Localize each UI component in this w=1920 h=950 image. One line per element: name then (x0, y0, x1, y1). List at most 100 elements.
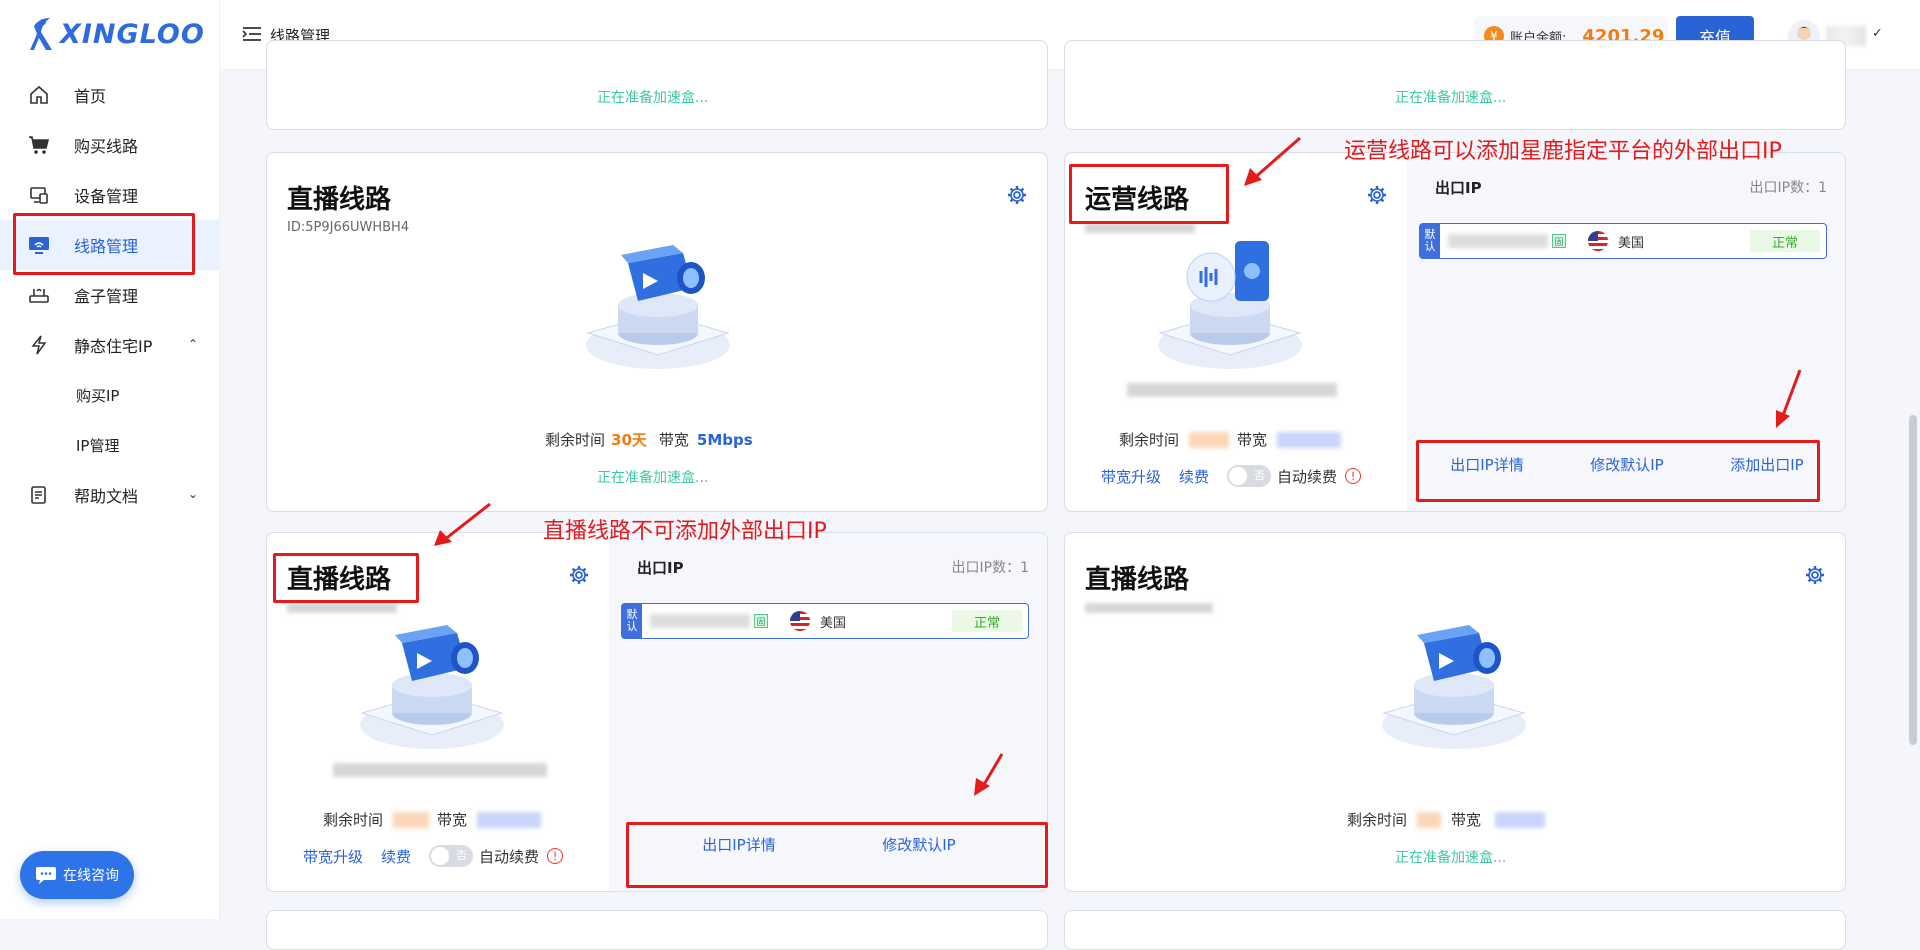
camera-illustration (1382, 625, 1526, 749)
sidebar-item-help-docs[interactable]: 帮助文档 ⌄ (0, 470, 220, 520)
info-warning-icon[interactable]: ! (1345, 468, 1362, 484)
line-card-top-right: 正在准备加速盒... (1064, 40, 1846, 130)
remaining-time-value: 30天 (611, 431, 647, 449)
scrollbar-thumb[interactable] (1909, 415, 1917, 745)
auto-renew-toggle[interactable]: 否 (1227, 465, 1272, 487)
exit-ip-count: 出口IP数：1 (1749, 180, 1827, 196)
bandwidth-label: 带宽 (1451, 811, 1482, 829)
line-card-live-3: 直播线路 剩余时间 带宽 正在准备加速盒... (1064, 532, 1846, 892)
camera-illustration (586, 245, 730, 369)
renew-link[interactable]: 续费 (381, 846, 411, 867)
bandwidth-blurred (1495, 811, 1546, 828)
us-flag-icon (1588, 231, 1608, 251)
exit-ip-row[interactable]: 默认 固 美国 正常 (621, 603, 1029, 639)
annotation-box-live-title (273, 553, 419, 603)
bandwidth-upgrade-link[interactable]: 带宽升级 (1101, 466, 1161, 487)
sidebar-item-box-management[interactable]: 盒子管理 (0, 270, 220, 320)
router-icon (28, 284, 50, 306)
default-badge: 默认 (622, 604, 642, 638)
sidebar-item-label: 购买线路 (74, 137, 139, 156)
bandwidth-label: 带宽 (437, 811, 468, 829)
line-info-row: 剩余时间 30天 带宽 5Mbps (545, 429, 753, 450)
line-id-blurred (1085, 223, 1195, 233)
logo-text: XINGLOO (60, 18, 205, 50)
ip-address-blurred (650, 614, 750, 628)
info-warning-icon[interactable]: ! (547, 848, 564, 864)
line-actions: 带宽升级 续费 否 自动续费 ! (303, 845, 564, 867)
annotation-arrow-live-actions (974, 753, 1004, 796)
exit-ip-title: 出口IP (1435, 179, 1482, 197)
remaining-time-label: 剩余时间 (1347, 811, 1408, 829)
sidebar-item-buy-ip[interactable]: 购买IP (0, 370, 220, 420)
annotation-arrow-ops-title (1244, 136, 1301, 186)
gear-icon[interactable] (1805, 565, 1825, 585)
annotation-note-live: 直播线路不可添加外部出口IP (543, 519, 827, 544)
ip-status-badge: 正常 (1750, 230, 1820, 252)
chat-bubble-icon (36, 867, 56, 884)
remaining-time-label: 剩余时间 (545, 431, 606, 449)
annotation-note-ops: 运营线路可以添加星鹿指定平台的外部出口IP (1344, 139, 1782, 164)
ip-status-badge: 正常 (952, 610, 1022, 632)
remaining-time-blurred (1417, 811, 1442, 828)
ip-country: 美国 (820, 615, 847, 631)
preparing-status: 正在准备加速盒... (1395, 90, 1507, 106)
auto-renew-toggle[interactable]: 否 (429, 845, 474, 867)
gear-icon[interactable] (1007, 185, 1027, 205)
home-icon (28, 84, 50, 106)
remaining-time-blurred (1189, 431, 1230, 448)
device-icon (28, 184, 50, 206)
gear-icon[interactable] (569, 565, 589, 585)
us-flag-icon (790, 611, 810, 631)
auto-renew-label: 自动续费 (479, 847, 540, 866)
chevron-up-icon: ⌃ (187, 337, 198, 351)
chevron-down-icon: ⌄ (187, 487, 198, 501)
remaining-time-label: 剩余时间 (323, 811, 384, 829)
lightning-icon (28, 334, 50, 356)
line-card-live-1: 直播线路 ID:5P9J66UWHBH4 剩余时间 30天 带宽 5Mbps 正… (266, 152, 1048, 512)
bandwidth-label: 带宽 (1237, 431, 1268, 449)
sidebar-item-static-ip[interactable]: 静态住宅IP ⌃ (0, 320, 220, 370)
line-id: ID:5P9J66UWHBH4 (287, 220, 410, 235)
camera-illustration (360, 625, 504, 749)
line-card-bottom-left (266, 910, 1048, 950)
chevron-down-icon[interactable]: ✓ (1872, 26, 1883, 41)
sidebar-item-home[interactable]: 首页 (0, 70, 220, 120)
sidebar-nav: 首页 购买线路 设备管理 线路管理 盒子管理 静态住宅IP ⌃ 购买IP IP管… (0, 70, 220, 520)
auto-renew-label: 自动续费 (1277, 467, 1338, 486)
sidebar-item-label: 设备管理 (74, 187, 139, 206)
bandwidth-label: 带宽 (658, 431, 689, 449)
renew-link[interactable]: 续费 (1179, 466, 1209, 487)
cart-icon (28, 134, 50, 156)
gear-icon[interactable] (1367, 185, 1387, 205)
exit-ip-row[interactable]: 默认 固 美国 正常 (1419, 223, 1827, 259)
exit-ip-count: 出口IP数：1 (951, 560, 1029, 576)
exit-ip-title: 出口IP (637, 559, 684, 577)
line-info-row: 剩余时间 带宽 (1119, 429, 1342, 450)
bandwidth-blurred (477, 811, 542, 828)
bandwidth-upgrade-link[interactable]: 带宽升级 (303, 846, 363, 867)
line-card-bottom-right (1064, 910, 1846, 950)
online-chat-button[interactable]: 在线咨询 (20, 851, 134, 899)
preparing-status: 正在准备加速盒... (1395, 850, 1507, 866)
line-name-blurred (333, 763, 547, 777)
fixed-ip-tag: 固 (754, 614, 768, 628)
document-icon (28, 484, 50, 506)
ip-country: 美国 (1618, 235, 1645, 251)
line-actions: 带宽升级 续费 否 自动续费 ! (1101, 465, 1362, 487)
sidebar-item-buy-line[interactable]: 购买线路 (0, 120, 220, 170)
microphone-illustration (1158, 241, 1302, 369)
default-badge: 默认 (1420, 224, 1440, 258)
bandwidth-blurred (1277, 431, 1342, 448)
remaining-time-blurred (393, 811, 430, 828)
preparing-status: 正在准备加速盒... (597, 470, 709, 486)
annotation-arrow-live-title (434, 502, 491, 546)
line-name-blurred (1127, 383, 1337, 397)
annotation-box-ops-title (1069, 164, 1229, 224)
sidebar: XINGLOO 首页 购买线路 设备管理 线路管理 盒子管理 静态住宅IP ⌃ (0, 0, 220, 919)
sidebar-item-label: 帮助文档 (74, 487, 139, 506)
sidebar-item-ip-management[interactable]: IP管理 (0, 420, 220, 470)
menu-collapse-icon[interactable] (242, 26, 262, 42)
logo[interactable]: XINGLOO (30, 16, 205, 52)
line-title: 直播线路 (1085, 565, 1190, 595)
ip-address-blurred (1448, 234, 1548, 248)
